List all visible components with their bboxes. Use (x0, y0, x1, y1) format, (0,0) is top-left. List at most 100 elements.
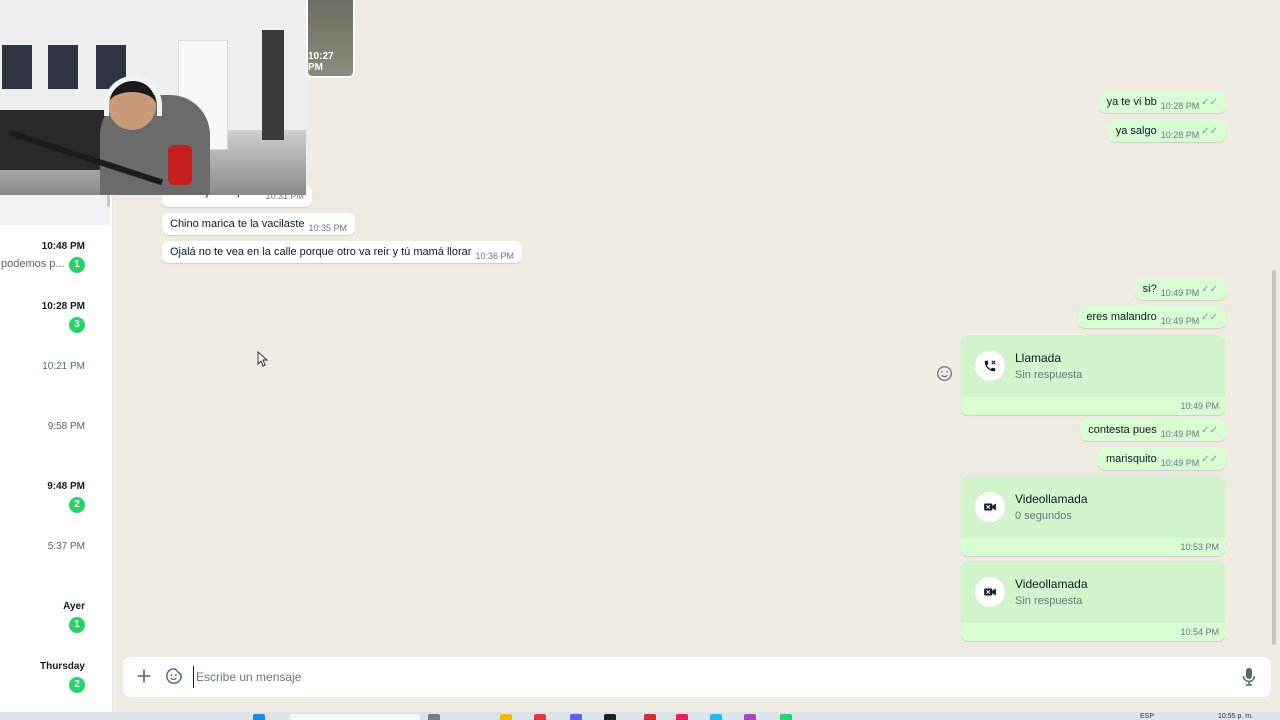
emoji-sticker-icon[interactable] (165, 667, 183, 685)
message-composer (123, 657, 1271, 697)
call-time: 10:53 PM (1180, 542, 1219, 552)
taskbar-app-icon[interactable] (710, 714, 722, 720)
taskbar-app-icon[interactable] (744, 714, 756, 720)
call-title: Videollamada (1015, 492, 1088, 506)
message-text: si? (1142, 283, 1157, 295)
chat-time: 5:37 PM (47, 541, 85, 552)
call-title: Videollamada (1015, 577, 1088, 591)
language-indicator[interactable]: ESP (1140, 713, 1154, 720)
poster (2, 45, 32, 89)
message-input[interactable] (193, 666, 1193, 688)
message-text: eres malandro (1086, 311, 1157, 323)
taskbar (0, 712, 1280, 720)
chat-list-item[interactable]: 5:37 PM (0, 538, 113, 598)
chat-scrollbar[interactable] (1272, 270, 1276, 645)
incoming-message[interactable]: Chino marica te la vacilaste 10:35 PM (162, 213, 356, 235)
sidebar-scrollbar[interactable] (107, 195, 110, 207)
outgoing-message[interactable]: eres malandro 10:49 PM ✓✓ (1078, 306, 1226, 328)
read-receipt-icon: ✓✓ (1201, 425, 1218, 436)
call-time: 10:54 PM (1180, 627, 1219, 637)
chat-time: 10:48 PM (41, 241, 85, 252)
chat-time: 9:48 PM (47, 481, 85, 492)
outgoing-message[interactable]: si? 10:49 PM ✓✓ (1134, 278, 1226, 300)
message-time: 10:36 PM (475, 251, 514, 261)
video-camera-icon (984, 503, 996, 511)
taskbar-app-icon[interactable] (676, 714, 688, 720)
attach-plus-icon[interactable] (135, 667, 153, 685)
outgoing-message[interactable]: marisquito 10:49 PM ✓✓ (1097, 448, 1226, 470)
microphone (168, 145, 192, 185)
message-time: 10:35 PM (308, 223, 348, 233)
chat-list-item[interactable]: 10:21 PM (0, 358, 113, 418)
clock[interactable]: 10:55 p. m. (1218, 713, 1253, 720)
call-message[interactable]: Videollamada 0 segundos 10:53 PM (961, 476, 1225, 556)
chat-list-item[interactable]: Ayer 1 (0, 598, 113, 658)
read-receipt-icon: ✓✓ (1201, 312, 1218, 323)
outgoing-message[interactable]: ya salgo 10:28 PM ✓✓ (1107, 120, 1226, 142)
chat-time: 10:21 PM (42, 361, 85, 372)
read-receipt-icon: ✓✓ (1201, 97, 1218, 108)
chat-list-item[interactable]: 10:28 PM 3 (0, 298, 113, 358)
call-time: 10:49 PM (1180, 401, 1219, 411)
image-message-time: 10:27 PM (308, 51, 334, 73)
call-status: Sin respuesta (1015, 595, 1083, 607)
whatsapp-icon[interactable] (780, 714, 792, 720)
discord-icon[interactable] (570, 714, 582, 720)
call-icon-circle (975, 577, 1005, 607)
taskbar-app-icon[interactable] (428, 714, 440, 720)
phone-missed-icon (984, 360, 996, 372)
call-status: 0 segundos (1015, 510, 1072, 522)
taskbar-app-icon[interactable] (604, 714, 616, 720)
taskbar-search[interactable] (290, 714, 420, 720)
message-time: 10:28 PM (1160, 101, 1200, 111)
taskbar-app-icon[interactable] (534, 714, 546, 720)
microphone-icon[interactable] (1241, 667, 1257, 687)
message-time: 10:49 PM (1160, 429, 1200, 439)
chat-list-item-selected[interactable] (0, 195, 110, 225)
read-receipt-icon: ✓✓ (1201, 454, 1218, 465)
unread-badge: 1 (69, 617, 85, 633)
chat-time: 9:58 PM (47, 421, 85, 432)
read-receipt-icon: ✓✓ (1201, 284, 1218, 295)
call-title: Llamada (1015, 351, 1062, 365)
call-status: Sin respuesta (1015, 369, 1083, 381)
poster (48, 45, 78, 89)
message-text: ya salgo (1115, 125, 1157, 137)
message-time: 10:49 PM (1160, 458, 1200, 468)
chat-list-item[interactable]: Thursday 2 (0, 658, 113, 718)
unread-badge: 1 (69, 257, 85, 273)
unread-badge: 3 (69, 317, 85, 333)
message-text: Chino marica te la vacilaste (170, 218, 305, 230)
incoming-message[interactable]: Ojalá no te vea en la calle porque otro … (162, 241, 522, 263)
chat-list-item[interactable]: 9:48 PM 2 (0, 478, 113, 538)
mouse-cursor-icon (257, 351, 269, 367)
video-camera-icon (984, 588, 996, 596)
image-message[interactable]: 10:27 PM (306, 0, 355, 78)
taskbar-app-icon[interactable] (644, 714, 656, 720)
chat-time: Thursday (39, 661, 85, 672)
message-text: marisquito (1105, 453, 1157, 465)
webcam-overlay (0, 0, 306, 195)
outgoing-message[interactable]: ya te vi bb 10:28 PM ✓✓ (1098, 91, 1226, 113)
message-time: 10:49 PM (1160, 288, 1200, 298)
chat-list-item[interactable]: 9:58 PM (0, 418, 113, 478)
shelf (262, 30, 284, 140)
emoji-reaction-icon[interactable] (936, 365, 953, 382)
message-text: contesta pues (1088, 424, 1157, 436)
chat-snippet: podemos p... (1, 258, 65, 270)
outgoing-message[interactable]: contesta pues 10:49 PM ✓✓ (1080, 419, 1226, 441)
message-text: ya te vi bb (1106, 96, 1157, 108)
call-icon-circle (975, 351, 1005, 381)
message-time: 10:49 PM (1160, 316, 1200, 326)
folder-icon[interactable] (500, 714, 512, 720)
unread-badge: 2 (69, 677, 85, 693)
call-message[interactable]: Videollamada Sin respuesta 10:54 PM (961, 561, 1225, 641)
start-icon[interactable] (253, 714, 265, 720)
read-receipt-icon: ✓✓ (1201, 126, 1218, 137)
chat-time: Ayer (63, 601, 85, 612)
call-message[interactable]: Llamada Sin respuesta 10:49 PM (961, 335, 1225, 415)
chat-list-item[interactable]: 10:48 PM podemos p... 1 (0, 238, 113, 298)
message-text: Ojalá no te vea en la calle porque otro … (170, 246, 472, 258)
call-icon-circle (975, 492, 1005, 522)
unread-badge: 2 (69, 497, 85, 513)
